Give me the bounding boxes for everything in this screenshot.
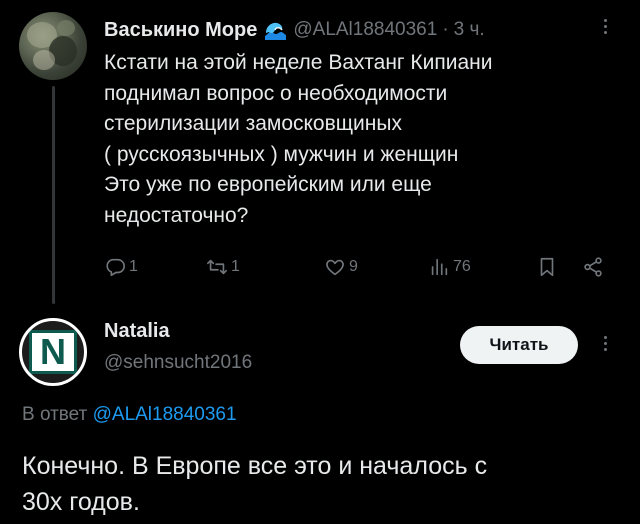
repost-icon: [207, 259, 227, 275]
author-name[interactable]: Васькино Море: [104, 19, 257, 42]
views-button[interactable]: 76: [428, 252, 471, 282]
reply-to-line: В ответ @ALAl18840361: [22, 404, 237, 426]
tweet-text-line: Кстати на этой неделе Вахтанг Кипиани: [104, 51, 493, 74]
tweet-text-line: недостаточно?: [104, 203, 249, 227]
author-handle[interactable]: @ALAl18840361: [293, 19, 437, 41]
more-icon[interactable]: [600, 336, 610, 351]
views-count: 76: [453, 258, 471, 275]
reply-text-line: Конечно. В Европе все это и началось с: [22, 452, 488, 480]
tweet-text-line: ( русскоязычных ) мужчин и женщин: [104, 142, 459, 166]
like-count: 9: [349, 258, 358, 275]
bookmark-icon: [540, 257, 554, 277]
reply-text-line: 30х годов.: [22, 488, 140, 516]
avatar-logo: N: [29, 330, 77, 374]
like-button[interactable]: 9: [324, 252, 358, 282]
timestamp[interactable]: 3 ч.: [454, 19, 485, 41]
reply-author-name[interactable]: Natalia: [104, 320, 170, 343]
avatar-letter: N: [40, 331, 66, 372]
repost-button[interactable]: 1: [206, 252, 240, 282]
read-button[interactable]: Читать: [460, 326, 578, 364]
reply-to-prefix: В ответ: [22, 404, 88, 425]
like-icon: [326, 259, 344, 276]
separator-dot: ·: [442, 19, 449, 40]
wave-icon: [263, 20, 287, 40]
tweet-header: Васькино Море @ALAl18840361 · 3 ч.: [104, 16, 620, 44]
reply-author-avatar[interactable]: N: [19, 318, 87, 386]
share-button[interactable]: [582, 252, 604, 282]
share-icon: [584, 257, 602, 277]
tweet-text: Кстати на этой неделе Вахтанг Кипиани по…: [104, 48, 604, 232]
tweet-actions: 1 1 9 76: [104, 252, 614, 282]
tweet-text-line: Это уже по европейским или еще: [104, 173, 432, 197]
tweet-text-line: поднимал вопрос о необходимости: [104, 81, 448, 105]
reply-count: 1: [129, 258, 138, 275]
reply-to-handle-link[interactable]: @ALAl18840361: [93, 404, 237, 425]
bookmark-button[interactable]: [536, 252, 558, 282]
reply-icon: [106, 258, 125, 277]
views-icon: [431, 258, 448, 276]
reply-text: Конечно. В Европе все это и началось с 3…: [22, 448, 622, 520]
reply-button[interactable]: 1: [104, 252, 138, 282]
reply-author-handle[interactable]: @sehnsucht2016: [104, 352, 252, 374]
original-tweet[interactable]: Васькино Море @ALAl18840361 · 3 ч. Кстат…: [0, 0, 640, 304]
tweet-text-line: стерилизации замосковщиных: [104, 112, 402, 136]
more-icon[interactable]: [600, 19, 610, 34]
repost-count: 1: [231, 258, 240, 275]
author-avatar[interactable]: [19, 12, 87, 80]
thread-line: [52, 86, 55, 304]
